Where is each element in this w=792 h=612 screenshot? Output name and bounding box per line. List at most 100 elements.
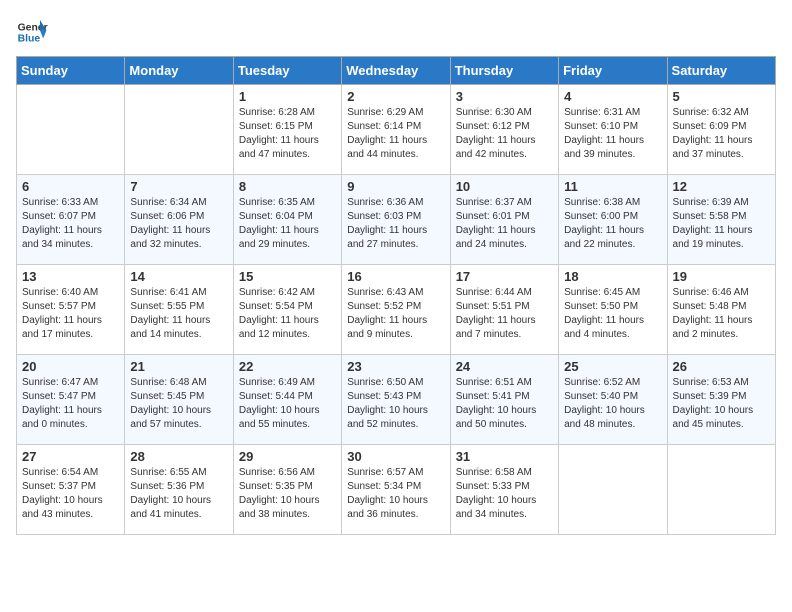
calendar-cell: 19Sunrise: 6:46 AM Sunset: 5:48 PM Dayli… bbox=[667, 265, 775, 355]
calendar-cell: 10 Sunrise: 6:37 AM Sunset: 6:01 PM Dayli… bbox=[450, 175, 558, 265]
day-info: Sunrise: 6:31 AM Sunset: 6:10 PM Dayligh… bbox=[564, 106, 661, 162]
calendar-cell: 22 Sunrise: 6:49 AM Sunset: 5:44 PM Dayli… bbox=[233, 355, 341, 445]
day-info: Sunrise: 6:49 AM Sunset: 5:44 PM Dayligh… bbox=[239, 376, 336, 432]
day-number: 13 bbox=[22, 269, 119, 284]
calendar-cell: 8Sunrise: 6:35 AM Sunset: 6:04 PM Daylig… bbox=[233, 175, 341, 265]
calendar-cell: 5 Sunrise: 6:32 AM Sunset: 6:09 PM Daylig… bbox=[667, 85, 775, 175]
calendar-cell: 18 Sunrise: 6:45 AM Sunset: 5:50 PM Dayli… bbox=[559, 265, 667, 355]
calendar-week-row: 1 Sunrise: 6:28 AM Sunset: 6:15 PM Daylig… bbox=[17, 85, 776, 175]
day-number: 17 bbox=[456, 269, 553, 284]
calendar-cell: 6 Sunrise: 6:33 AM Sunset: 6:07 PM Daylig… bbox=[17, 175, 125, 265]
day-number: 15 bbox=[239, 269, 336, 284]
day-number: 6 bbox=[22, 179, 119, 194]
day-number: 29 bbox=[239, 449, 336, 464]
calendar-cell: 31Sunrise: 6:58 AM Sunset: 5:33 PM Dayli… bbox=[450, 445, 558, 535]
calendar-cell bbox=[17, 85, 125, 175]
day-number: 5 bbox=[673, 89, 770, 104]
day-info: Sunrise: 6:58 AM Sunset: 5:33 PM Dayligh… bbox=[456, 466, 553, 522]
day-info: Sunrise: 6:37 AM Sunset: 6:01 PM Dayligh… bbox=[456, 196, 553, 252]
day-number: 26 bbox=[673, 359, 770, 374]
day-info: Sunrise: 6:47 AM Sunset: 5:47 PM Dayligh… bbox=[22, 376, 119, 432]
day-number: 24 bbox=[456, 359, 553, 374]
day-number: 9 bbox=[347, 179, 444, 194]
calendar-cell: 15 Sunrise: 6:42 AM Sunset: 5:54 PM Dayli… bbox=[233, 265, 341, 355]
calendar-cell: 14 Sunrise: 6:41 AM Sunset: 5:55 PM Dayli… bbox=[125, 265, 233, 355]
day-number: 11 bbox=[564, 179, 661, 194]
day-info: Sunrise: 6:38 AM Sunset: 6:00 PM Dayligh… bbox=[564, 196, 661, 252]
calendar-cell: 17 Sunrise: 6:44 AM Sunset: 5:51 PM Dayli… bbox=[450, 265, 558, 355]
logo-icon: General Blue bbox=[16, 16, 48, 48]
calendar-week-row: 6 Sunrise: 6:33 AM Sunset: 6:07 PM Daylig… bbox=[17, 175, 776, 265]
calendar-cell: 7Sunrise: 6:34 AM Sunset: 6:06 PM Daylig… bbox=[125, 175, 233, 265]
day-number: 10 bbox=[456, 179, 553, 194]
calendar-cell: 3 Sunrise: 6:30 AM Sunset: 6:12 PM Daylig… bbox=[450, 85, 558, 175]
calendar-cell: 21Sunrise: 6:48 AM Sunset: 5:45 PM Dayli… bbox=[125, 355, 233, 445]
calendar-cell: 24 Sunrise: 6:51 AM Sunset: 5:41 PM Dayli… bbox=[450, 355, 558, 445]
day-info: Sunrise: 6:54 AM Sunset: 5:37 PM Dayligh… bbox=[22, 466, 119, 522]
day-info: Sunrise: 6:36 AM Sunset: 6:03 PM Dayligh… bbox=[347, 196, 444, 252]
day-info: Sunrise: 6:55 AM Sunset: 5:36 PM Dayligh… bbox=[130, 466, 227, 522]
day-number: 8 bbox=[239, 179, 336, 194]
column-header-monday: Monday bbox=[125, 57, 233, 85]
column-header-wednesday: Wednesday bbox=[342, 57, 450, 85]
column-header-saturday: Saturday bbox=[667, 57, 775, 85]
day-info: Sunrise: 6:57 AM Sunset: 5:34 PM Dayligh… bbox=[347, 466, 444, 522]
day-number: 23 bbox=[347, 359, 444, 374]
calendar-cell bbox=[667, 445, 775, 535]
day-number: 28 bbox=[130, 449, 227, 464]
calendar-week-row: 27Sunrise: 6:54 AM Sunset: 5:37 PM Dayli… bbox=[17, 445, 776, 535]
day-number: 1 bbox=[239, 89, 336, 104]
day-info: Sunrise: 6:52 AM Sunset: 5:40 PM Dayligh… bbox=[564, 376, 661, 432]
calendar-cell: 30Sunrise: 6:57 AM Sunset: 5:34 PM Dayli… bbox=[342, 445, 450, 535]
day-info: Sunrise: 6:48 AM Sunset: 5:45 PM Dayligh… bbox=[130, 376, 227, 432]
day-number: 16 bbox=[347, 269, 444, 284]
calendar-cell: 16Sunrise: 6:43 AM Sunset: 5:52 PM Dayli… bbox=[342, 265, 450, 355]
column-header-friday: Friday bbox=[559, 57, 667, 85]
day-info: Sunrise: 6:42 AM Sunset: 5:54 PM Dayligh… bbox=[239, 286, 336, 342]
day-number: 3 bbox=[456, 89, 553, 104]
calendar-cell: 11 Sunrise: 6:38 AM Sunset: 6:00 PM Dayli… bbox=[559, 175, 667, 265]
column-header-sunday: Sunday bbox=[17, 57, 125, 85]
day-info: Sunrise: 6:46 AM Sunset: 5:48 PM Dayligh… bbox=[673, 286, 770, 342]
calendar-cell bbox=[125, 85, 233, 175]
calendar-cell: 20 Sunrise: 6:47 AM Sunset: 5:47 PM Dayli… bbox=[17, 355, 125, 445]
day-number: 12 bbox=[673, 179, 770, 194]
calendar-cell: 26 Sunrise: 6:53 AM Sunset: 5:39 PM Dayli… bbox=[667, 355, 775, 445]
calendar-week-row: 13 Sunrise: 6:40 AM Sunset: 5:57 PM Dayli… bbox=[17, 265, 776, 355]
day-number: 2 bbox=[347, 89, 444, 104]
calendar-week-row: 20 Sunrise: 6:47 AM Sunset: 5:47 PM Dayli… bbox=[17, 355, 776, 445]
day-info: Sunrise: 6:30 AM Sunset: 6:12 PM Dayligh… bbox=[456, 106, 553, 162]
day-number: 25 bbox=[564, 359, 661, 374]
calendar-cell: 1 Sunrise: 6:28 AM Sunset: 6:15 PM Daylig… bbox=[233, 85, 341, 175]
day-info: Sunrise: 6:53 AM Sunset: 5:39 PM Dayligh… bbox=[673, 376, 770, 432]
day-info: Sunrise: 6:34 AM Sunset: 6:06 PM Dayligh… bbox=[130, 196, 227, 252]
day-info: Sunrise: 6:44 AM Sunset: 5:51 PM Dayligh… bbox=[456, 286, 553, 342]
day-number: 22 bbox=[239, 359, 336, 374]
calendar-cell bbox=[559, 445, 667, 535]
column-header-tuesday: Tuesday bbox=[233, 57, 341, 85]
day-info: Sunrise: 6:51 AM Sunset: 5:41 PM Dayligh… bbox=[456, 376, 553, 432]
day-info: Sunrise: 6:56 AM Sunset: 5:35 PM Dayligh… bbox=[239, 466, 336, 522]
day-info: Sunrise: 6:28 AM Sunset: 6:15 PM Dayligh… bbox=[239, 106, 336, 162]
calendar-cell: 23Sunrise: 6:50 AM Sunset: 5:43 PM Dayli… bbox=[342, 355, 450, 445]
calendar-cell: 4 Sunrise: 6:31 AM Sunset: 6:10 PM Daylig… bbox=[559, 85, 667, 175]
calendar-cell: 25 Sunrise: 6:52 AM Sunset: 5:40 PM Dayli… bbox=[559, 355, 667, 445]
day-number: 4 bbox=[564, 89, 661, 104]
logo: General Blue bbox=[16, 16, 48, 48]
calendar-cell: 29 Sunrise: 6:56 AM Sunset: 5:35 PM Dayli… bbox=[233, 445, 341, 535]
calendar-cell: 13 Sunrise: 6:40 AM Sunset: 5:57 PM Dayli… bbox=[17, 265, 125, 355]
svg-text:Blue: Blue bbox=[18, 34, 41, 45]
day-number: 18 bbox=[564, 269, 661, 284]
day-info: Sunrise: 6:32 AM Sunset: 6:09 PM Dayligh… bbox=[673, 106, 770, 162]
day-info: Sunrise: 6:39 AM Sunset: 5:58 PM Dayligh… bbox=[673, 196, 770, 252]
calendar-cell: 28 Sunrise: 6:55 AM Sunset: 5:36 PM Dayli… bbox=[125, 445, 233, 535]
calendar-cell: 12 Sunrise: 6:39 AM Sunset: 5:58 PM Dayli… bbox=[667, 175, 775, 265]
day-number: 14 bbox=[130, 269, 227, 284]
day-info: Sunrise: 6:41 AM Sunset: 5:55 PM Dayligh… bbox=[130, 286, 227, 342]
day-number: 20 bbox=[22, 359, 119, 374]
day-info: Sunrise: 6:29 AM Sunset: 6:14 PM Dayligh… bbox=[347, 106, 444, 162]
calendar-cell: 2 Sunrise: 6:29 AM Sunset: 6:14 PM Daylig… bbox=[342, 85, 450, 175]
day-info: Sunrise: 6:40 AM Sunset: 5:57 PM Dayligh… bbox=[22, 286, 119, 342]
day-info: Sunrise: 6:45 AM Sunset: 5:50 PM Dayligh… bbox=[564, 286, 661, 342]
day-info: Sunrise: 6:33 AM Sunset: 6:07 PM Dayligh… bbox=[22, 196, 119, 252]
